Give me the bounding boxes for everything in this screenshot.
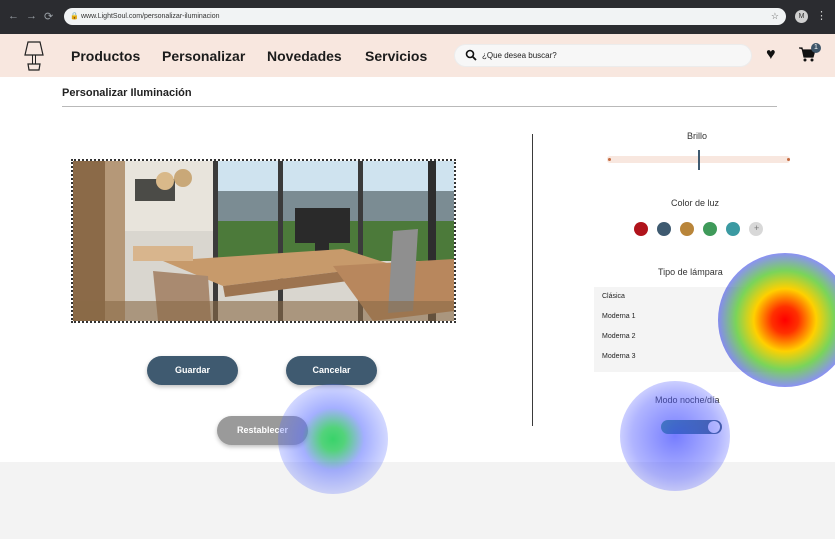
lamp-type-label: Tipo de lámpara <box>658 267 723 277</box>
slider-max-dot <box>787 158 790 161</box>
url-text: www.LightSoul.com/personalizar-iluminaci… <box>81 13 220 20</box>
lamp-type-option[interactable]: Moderna 2 <box>602 333 635 340</box>
back-icon[interactable]: ← <box>8 10 19 22</box>
search-input[interactable]: ¿Que desea buscar? <box>454 44 752 67</box>
address-bar[interactable]: 🔒 www.LightSoul.com/personalizar-ilumina… <box>64 8 786 25</box>
brightness-slider-thumb[interactable] <box>697 150 700 170</box>
browser-toolbar: ← → ⟳ 🔒 www.LightSoul.com/personalizar-i… <box>0 0 835 34</box>
lamp-type-option[interactable]: Clásica <box>602 293 625 300</box>
lamp-logo-icon[interactable] <box>22 40 46 72</box>
save-button[interactable]: Guardar <box>147 356 238 385</box>
color-swatch[interactable] <box>726 222 740 236</box>
color-swatch[interactable] <box>657 222 671 236</box>
browser-menu-icon[interactable]: ⋮ <box>816 9 827 22</box>
page-title: Personalizar Iluminación <box>62 87 192 99</box>
nav-servicios[interactable]: Servicios <box>365 48 427 64</box>
color-swatch[interactable] <box>634 222 648 236</box>
color-swatch[interactable] <box>680 222 694 236</box>
toggle-knob[interactable] <box>708 421 720 433</box>
reset-button[interactable]: Restablecer <box>217 416 308 445</box>
night-day-mode-label: Modo noche/día <box>655 395 720 405</box>
light-color-label: Color de luz <box>671 198 720 208</box>
lamp-type-checkbox[interactable] <box>783 292 792 301</box>
add-color-icon[interactable]: + <box>754 223 759 233</box>
nav-novedades[interactable]: Novedades <box>267 48 342 64</box>
brightness-label: Brillo <box>687 131 708 141</box>
search-icon <box>465 49 477 61</box>
slider-min-dot <box>608 158 611 161</box>
lamp-type-option[interactable]: Moderna 3 <box>602 353 635 360</box>
forward-icon[interactable]: → <box>26 10 37 22</box>
heart-icon[interactable]: ♥ <box>766 46 776 64</box>
profile-avatar[interactable]: M <box>795 10 808 23</box>
lock-icon: 🔒 <box>70 13 79 20</box>
search-placeholder: ¿Que desea buscar? <box>482 51 557 60</box>
lamp-type-option[interactable]: Moderna 1 <box>602 313 635 320</box>
bookmark-star-icon[interactable]: ☆ <box>771 8 779 25</box>
title-divider <box>62 106 777 107</box>
nav-productos[interactable]: Productos <box>71 48 140 64</box>
color-swatch[interactable] <box>703 222 717 236</box>
cart-count-badge: 1 <box>811 43 821 53</box>
vertical-divider <box>532 134 533 426</box>
cancel-button[interactable]: Cancelar <box>286 356 377 385</box>
office-preview-image <box>73 161 454 321</box>
nav-personalizar[interactable]: Personalizar <box>162 48 245 64</box>
reload-icon[interactable]: ⟳ <box>44 10 53 23</box>
